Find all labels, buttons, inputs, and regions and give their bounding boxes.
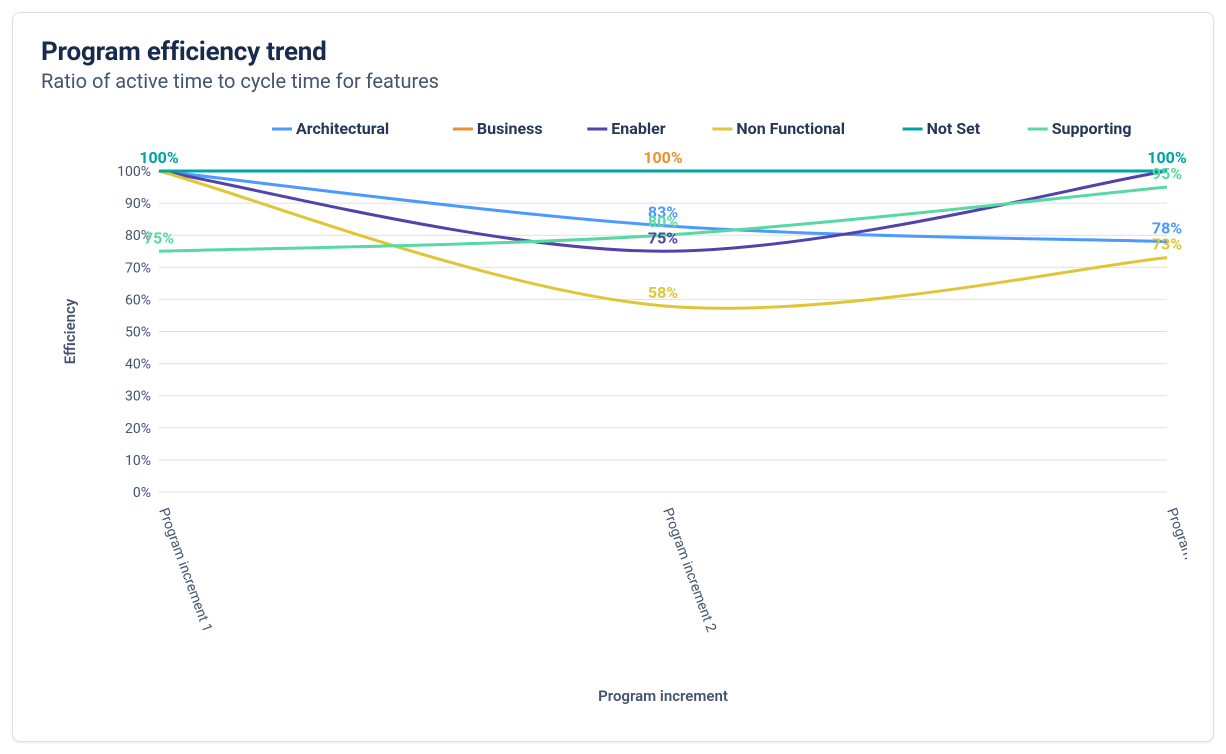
legend-item[interactable]: Non Functional	[736, 119, 845, 138]
y-tick-label: 20%	[125, 421, 151, 437]
legend-item[interactable]: Not Set	[927, 119, 981, 138]
y-tick-label: 10%	[125, 453, 151, 469]
x-axis-title: Program increment	[598, 687, 728, 705]
data-point-label: 58%	[648, 283, 678, 302]
legend-item[interactable]: Architectural	[296, 119, 389, 138]
data-point-label: 95%	[1152, 164, 1182, 183]
legend-item[interactable]: Business	[477, 119, 543, 138]
y-tick-label: 60%	[125, 292, 151, 308]
chart-title: Program efficiency trend	[41, 37, 1185, 67]
x-tick-label: Program increment 1	[155, 506, 215, 635]
y-tick-label: 50%	[125, 325, 151, 341]
y-tick-label: 30%	[125, 389, 151, 405]
y-tick-label: 90%	[125, 196, 151, 212]
legend-item[interactable]: Supporting	[1052, 119, 1132, 138]
chart-subtitle: Ratio of active time to cycle time for f…	[41, 69, 1185, 93]
y-tick-label: 40%	[125, 357, 151, 373]
data-point-label: 75%	[144, 228, 174, 247]
y-tick-label: 70%	[125, 260, 151, 276]
line-chart: Architectural Business Enabler Non Function…	[41, 107, 1187, 717]
x-tick-label: Program increment 3	[1163, 506, 1187, 635]
y-tick-label: 0%	[133, 485, 151, 501]
data-point-label: 80%	[648, 212, 678, 231]
chart-area: Architectural Business Enabler Non Function…	[41, 107, 1185, 717]
data-point-label: 100%	[139, 148, 179, 167]
data-point-label: 100%	[643, 148, 683, 167]
legend-item[interactable]: Enabler	[611, 119, 665, 138]
y-axis-title: Efficiency	[61, 298, 79, 364]
x-tick-label: Program increment 2	[659, 506, 719, 635]
data-point-label: 73%	[1152, 235, 1182, 254]
chart-card: Program efficiency trend Ratio of active…	[12, 12, 1214, 742]
